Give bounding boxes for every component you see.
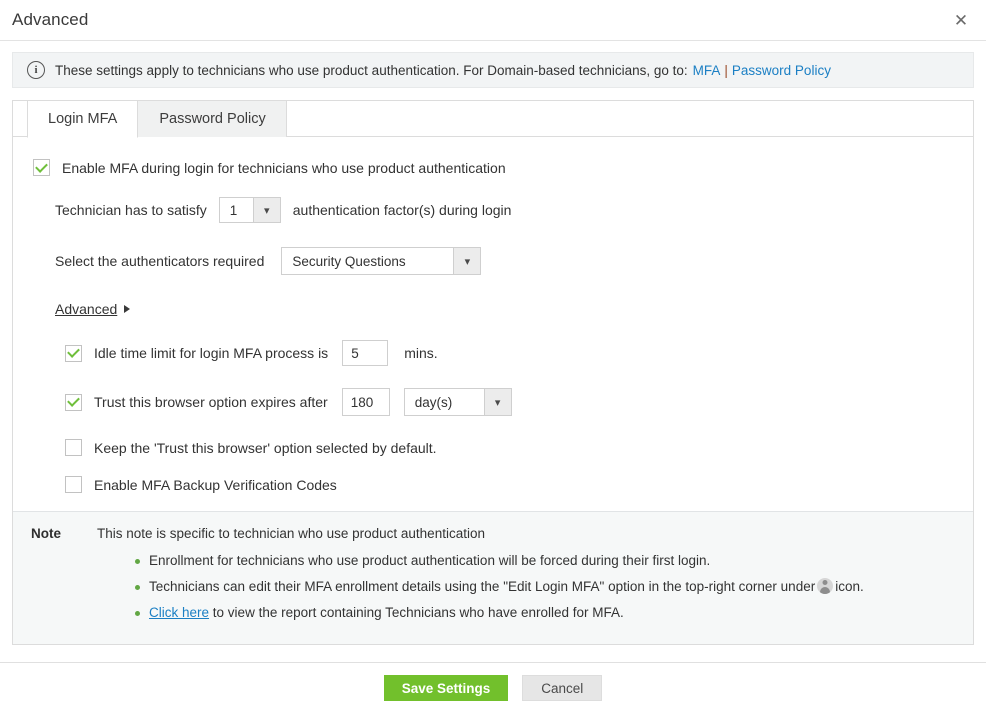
dialog-titlebar: Advanced ✕ bbox=[0, 0, 986, 41]
note-list: Enrollment for technicians who use produ… bbox=[31, 550, 955, 624]
trust-browser-unit-value: day(s) bbox=[405, 389, 484, 415]
factors-prefix-label: Technician has to satisfy bbox=[55, 202, 207, 218]
list-item: Click here to view the report containing… bbox=[135, 602, 955, 624]
row-authenticators: Select the authenticators required Secur… bbox=[13, 247, 973, 275]
trust-browser-unit-select[interactable]: day(s) ▾ bbox=[404, 388, 512, 416]
idle-time-checkbox[interactable] bbox=[65, 345, 82, 362]
user-avatar-icon bbox=[817, 578, 833, 594]
row-idle-time: Idle time limit for login MFA process is… bbox=[13, 340, 973, 366]
authenticators-label: Select the authenticators required bbox=[55, 253, 264, 269]
note-item-3-text: to view the report containing Technician… bbox=[213, 605, 624, 620]
note-item-2-tail: icon. bbox=[835, 579, 864, 594]
link-mfa[interactable]: MFA bbox=[693, 63, 721, 78]
link-separator: | bbox=[724, 63, 728, 78]
settings-panel: Login MFA Password Policy Enable MFA dur… bbox=[12, 100, 974, 645]
save-settings-button[interactable]: Save Settings bbox=[384, 675, 509, 701]
chevron-down-icon: ▾ bbox=[484, 389, 511, 415]
authenticators-select-value: Security Questions bbox=[282, 248, 453, 274]
row-enable-mfa: Enable MFA during login for technicians … bbox=[13, 159, 973, 176]
enable-mfa-checkbox[interactable] bbox=[33, 159, 50, 176]
info-circle-icon: i bbox=[27, 61, 45, 79]
factors-select[interactable]: 1 ▾ bbox=[219, 197, 281, 223]
keep-trust-default-label: Keep the 'Trust this browser' option sel… bbox=[94, 440, 437, 456]
list-item: Enrollment for technicians who use produ… bbox=[135, 550, 955, 572]
trust-browser-label: Trust this browser option expires after bbox=[94, 394, 328, 410]
chevron-down-icon: ▾ bbox=[453, 248, 480, 274]
advanced-settings-dialog: Advanced ✕ i These settings apply to tec… bbox=[0, 0, 986, 712]
login-mfa-form: Enable MFA during login for technicians … bbox=[13, 137, 973, 511]
tab-password-policy[interactable]: Password Policy bbox=[138, 101, 286, 137]
note-item-1-text: Enrollment for technicians who use produ… bbox=[149, 553, 710, 568]
keep-trust-default-checkbox[interactable] bbox=[65, 439, 82, 456]
note-header: Note This note is specific to technician… bbox=[31, 526, 955, 541]
row-factors: Technician has to satisfy 1 ▾ authentica… bbox=[13, 197, 973, 223]
note-item-2-text: Technicians can edit their MFA enrollmen… bbox=[149, 579, 815, 594]
row-keep-trust-default: Keep the 'Trust this browser' option sel… bbox=[13, 439, 973, 456]
trust-browser-checkbox[interactable] bbox=[65, 394, 82, 411]
cancel-button[interactable]: Cancel bbox=[522, 675, 602, 701]
row-advanced: Advanced bbox=[13, 301, 973, 317]
backup-codes-label: Enable MFA Backup Verification Codes bbox=[94, 477, 337, 493]
caret-right-icon bbox=[124, 305, 130, 313]
note-section: Note This note is specific to technician… bbox=[13, 511, 973, 644]
idle-time-label: Idle time limit for login MFA process is bbox=[94, 345, 328, 361]
info-banner: i These settings apply to technicians wh… bbox=[12, 52, 974, 88]
authenticators-select[interactable]: Security Questions ▾ bbox=[281, 247, 481, 275]
idle-time-input[interactable] bbox=[342, 340, 388, 366]
list-item: Technicians can edit their MFA enrollmen… bbox=[135, 576, 955, 598]
factors-suffix-label: authentication factor(s) during login bbox=[293, 202, 512, 218]
advanced-expand-link[interactable]: Advanced bbox=[55, 301, 117, 317]
tab-login-mfa[interactable]: Login MFA bbox=[27, 101, 138, 138]
page-title: Advanced bbox=[12, 10, 88, 30]
enable-mfa-label: Enable MFA during login for technicians … bbox=[62, 160, 506, 176]
factors-select-value: 1 bbox=[220, 198, 253, 222]
note-intro-text: This note is specific to technician who … bbox=[97, 526, 485, 541]
backup-codes-checkbox[interactable] bbox=[65, 476, 82, 493]
info-banner-text: These settings apply to technicians who … bbox=[55, 63, 688, 78]
row-trust-browser: Trust this browser option expires after … bbox=[13, 388, 973, 416]
trust-browser-days-input[interactable] bbox=[342, 388, 390, 416]
link-password-policy[interactable]: Password Policy bbox=[732, 63, 831, 78]
close-icon[interactable]: ✕ bbox=[950, 9, 972, 31]
click-here-link[interactable]: Click here bbox=[149, 605, 209, 620]
idle-time-unit-label: mins. bbox=[404, 345, 437, 361]
footer-separator bbox=[0, 662, 986, 663]
row-backup-codes: Enable MFA Backup Verification Codes bbox=[13, 476, 973, 493]
tab-bar: Login MFA Password Policy bbox=[13, 101, 973, 137]
note-label: Note bbox=[31, 526, 97, 541]
chevron-down-icon: ▾ bbox=[253, 198, 280, 222]
dialog-footer: Save Settings Cancel bbox=[0, 675, 986, 701]
